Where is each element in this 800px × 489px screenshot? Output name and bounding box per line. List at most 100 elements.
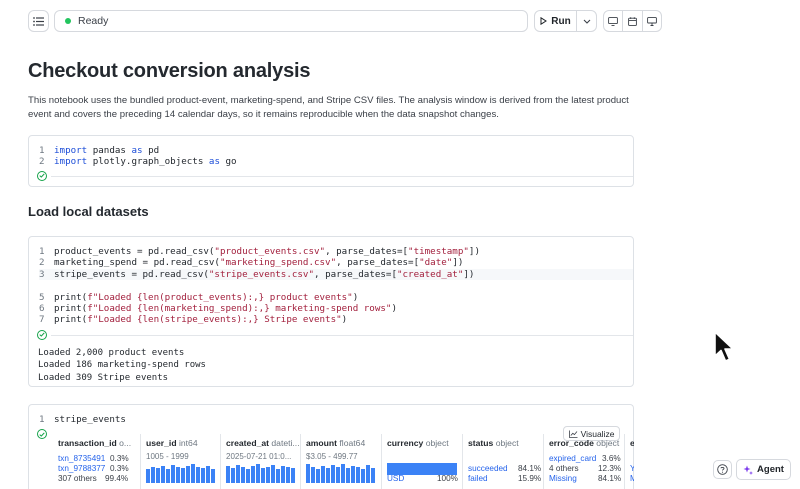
value-row: 307 others 99.4%	[58, 474, 129, 483]
agent-button[interactable]: Agent	[736, 459, 791, 480]
histogram-bar	[186, 466, 190, 483]
column-header: amount float64	[306, 438, 366, 448]
help-icon	[717, 464, 728, 475]
histogram	[306, 462, 375, 483]
value-row: succeeded 84.1%	[468, 464, 542, 473]
view-desktop-button[interactable]	[604, 11, 624, 31]
calendar-icon	[628, 16, 637, 26]
histogram-bar	[341, 464, 345, 483]
kernel-status-text: Ready	[78, 15, 109, 27]
output-line: Loaded 309 Stripe events	[38, 373, 169, 384]
code-line: 1 product_events = pd.read_csv("product_e…	[39, 246, 480, 257]
dataframe-preview: transaction_id o... txn_8735491 0.3% txn_…	[33, 434, 634, 489]
value-row: expired_card 3.6%	[549, 454, 621, 463]
value-row: txn_8735491 0.3%	[58, 454, 129, 463]
column-header: created_at dateti...	[226, 438, 300, 448]
code-line: 6 print(f"Loaded {len(marketing_spend):,}…	[39, 302, 397, 314]
section-heading: Load local datasets	[28, 204, 149, 219]
histogram-bar	[311, 467, 315, 483]
code-editor[interactable]: 1 stripe_events	[29, 405, 633, 425]
histogram-bar	[361, 469, 365, 483]
column-header: status object	[468, 438, 519, 448]
intro-paragraph: This notebook uses the bundled product-e…	[28, 95, 629, 120]
output-line: Loaded 186 marketing-spend rows	[38, 360, 206, 371]
histogram-bar	[366, 465, 370, 483]
column-header: user_id int64	[146, 438, 198, 448]
histogram-bar	[326, 468, 330, 483]
histogram-bar	[166, 469, 170, 483]
code-cell-load[interactable]: 1 product_events = pd.read_csv("product_e…	[28, 236, 634, 387]
histogram-bar	[271, 465, 275, 483]
code-line: 1 import pandas as pd	[39, 145, 160, 156]
chevron-down-icon	[583, 19, 590, 24]
histogram-bar	[266, 467, 270, 483]
agent-label: Agent	[757, 464, 784, 475]
histogram	[226, 462, 295, 483]
histogram-bar	[331, 465, 335, 483]
histogram-bar	[211, 469, 215, 483]
run-options-dropdown[interactable]	[577, 11, 596, 31]
code-line: 2 import plotly.graph_objects as go	[39, 156, 237, 168]
df-column-transaction-id[interactable]: transaction_id o... txn_8735491 0.3% txn_…	[53, 434, 133, 489]
run-button[interactable]: Run	[535, 11, 577, 31]
histogram-bar	[291, 468, 295, 483]
histogram-bar	[306, 464, 310, 483]
df-column-user-id[interactable]: user_id int64 1005 - 1999	[140, 434, 220, 489]
df-column-created-at[interactable]: created_at dateti... 2025-07-21 01:0...	[220, 434, 300, 489]
code-cell-imports[interactable]: 1 import pandas as pd 2 import plotly.grap…	[28, 135, 634, 187]
histogram-bar	[256, 464, 260, 483]
histogram-bar	[226, 466, 230, 483]
histogram-bar	[351, 466, 355, 483]
success-check-icon	[37, 170, 47, 181]
histogram-bar	[181, 468, 185, 483]
run-label: Run	[551, 15, 571, 27]
presentation-icon	[646, 16, 657, 26]
run-button-group: Run	[534, 10, 597, 32]
df-column-status[interactable]: status object succeeded 84.1% failed 15.9%	[462, 434, 542, 489]
histogram-bar	[236, 465, 240, 483]
df-column-error-code[interactable]: error_code object expired_card 3.6% 4 oth…	[543, 434, 623, 489]
value-row: Y	[630, 464, 634, 473]
help-button[interactable]	[713, 460, 732, 479]
code-line: 2 marketing_spend = pd.read_csv("marketin…	[39, 257, 464, 269]
code-editor[interactable]: 1 import pandas as pd 2 import plotly.grap…	[29, 136, 633, 168]
histogram-bar	[356, 467, 360, 483]
outline-menu-button[interactable]	[28, 10, 49, 32]
output-line: Loaded 2,000 product events	[38, 347, 185, 358]
histogram	[146, 462, 215, 483]
histogram-bar	[336, 467, 340, 483]
histogram-bar	[321, 466, 325, 483]
value-row: Missing 84.1%	[549, 474, 622, 483]
histogram-bar	[251, 466, 255, 483]
code-editor[interactable]: 1 product_events = pd.read_csv("product_e…	[29, 237, 633, 326]
cell-footer	[29, 170, 633, 183]
histogram-bar	[286, 467, 290, 483]
histogram-bar	[231, 468, 235, 483]
value-row: M	[630, 474, 634, 483]
df-column-currency[interactable]: currency object USD 100%	[381, 434, 461, 489]
value-row: failed 15.9%	[468, 474, 542, 483]
cell-output: Loaded 2,000 product events Loaded 186 m…	[29, 342, 633, 385]
success-check-icon	[37, 329, 47, 340]
histogram-bar	[176, 467, 180, 483]
histogram-bar	[281, 466, 285, 483]
list-icon	[33, 16, 44, 26]
view-calendar-button[interactable]	[623, 11, 643, 31]
df-column-clipped[interactable]: e Y M	[624, 434, 634, 489]
histogram-bar	[261, 468, 265, 483]
code-line: 7 print(f"Loaded {len(stripe_events):,} S…	[39, 314, 348, 326]
view-present-button[interactable]	[643, 11, 661, 31]
column-header: transaction_id o...	[58, 438, 132, 448]
histogram-bar	[371, 468, 375, 483]
view-mode-group	[603, 10, 662, 32]
code-line: 3 stripe_events = pd.read_csv("stripe_eve…	[39, 268, 633, 281]
range-label: 1005 - 1999	[146, 452, 189, 461]
histogram-bar	[146, 469, 150, 483]
column-header: currency object	[387, 438, 449, 448]
histogram-bar	[346, 468, 350, 483]
code-line: 1 stripe_events	[39, 414, 126, 425]
histogram-bar	[206, 466, 210, 483]
histogram-bar	[151, 467, 155, 483]
value-row: 4 others 12.3%	[549, 464, 622, 473]
df-column-amount[interactable]: amount float64 $3.05 - 499.77	[300, 434, 380, 489]
